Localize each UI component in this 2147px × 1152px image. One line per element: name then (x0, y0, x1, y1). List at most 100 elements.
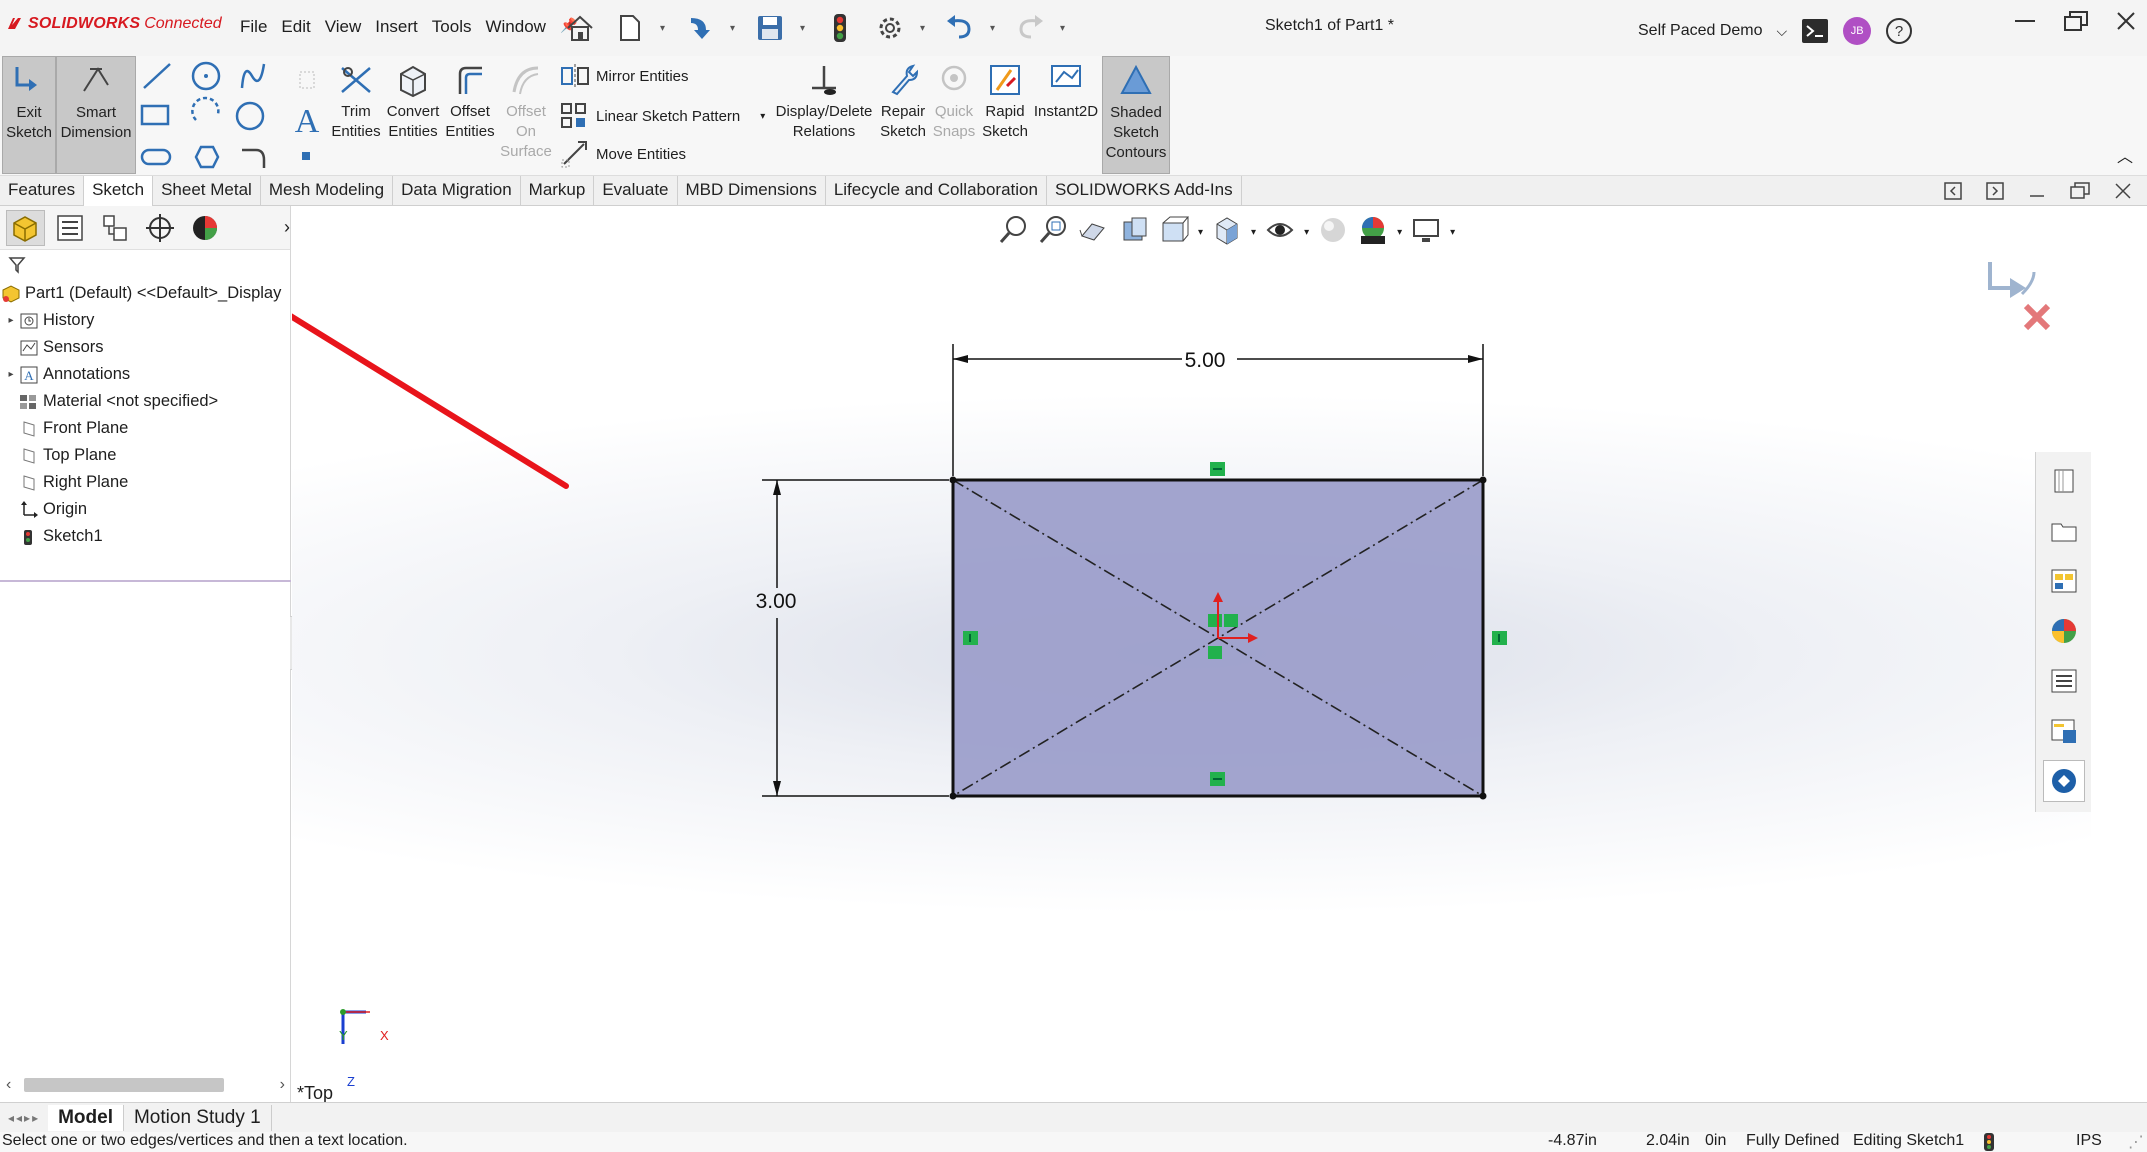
tab-lifecycle-collaboration[interactable]: Lifecycle and Collaboration (826, 176, 1047, 206)
tree-item-top[interactable]: Top Plane (0, 442, 290, 469)
menu-window[interactable]: Window (483, 17, 547, 37)
dimension-height-value[interactable]: 3.00 (756, 590, 797, 613)
restore-icon[interactable] (2063, 10, 2089, 37)
offset-on-surface-button[interactable]: Offset On Surface (498, 56, 554, 174)
horizontal-relation-top-icon[interactable] (1210, 462, 1225, 476)
vertical-dimension[interactable]: 3.00 (756, 479, 949, 797)
graphics-area[interactable]: ▾ ▾ ▾ ▾ ▾ 5.00 3.00 X Y Z *Top (292, 206, 2091, 1103)
appearances-icon[interactable] (2043, 610, 2085, 652)
tab-solidworks-add-ins[interactable]: SOLIDWORKS Add-Ins (1047, 176, 1242, 206)
rectangle-tool-icon[interactable] (140, 104, 170, 126)
help-icon[interactable]: ? (1885, 17, 1913, 45)
arc-tool-icon[interactable] (191, 96, 220, 121)
3dexperience-icon[interactable] (2042, 760, 2085, 802)
horizontal-dimension[interactable]: 5.00 (952, 344, 1484, 476)
configuration-manager-tab-icon[interactable] (96, 210, 135, 246)
tab-sketch[interactable]: Sketch (84, 176, 154, 206)
shaded-sketch-contours-button[interactable]: Shaded Sketch Contours (1102, 56, 1170, 174)
chevron-down-icon[interactable]: ⌵ (1777, 23, 1788, 40)
doc-close-icon[interactable] (2113, 181, 2133, 206)
offset-entities-button[interactable]: Offset Entities (444, 56, 496, 174)
tile-left-icon[interactable] (1943, 181, 1963, 206)
tab-model[interactable]: Model (48, 1104, 124, 1131)
ellipse-tool-icon[interactable] (235, 101, 265, 131)
tile-right-icon[interactable] (1985, 181, 2005, 206)
menu-edit[interactable]: Edit (279, 17, 312, 37)
tree-root-part[interactable]: Part1 (Default) <<Default>_Display (0, 280, 290, 307)
tab-features[interactable]: Features (0, 176, 85, 206)
polygon-tool-icon[interactable] (194, 145, 220, 169)
chevron-down-icon[interactable]: ▾ (760, 111, 765, 122)
tree-item-right[interactable]: Right Plane (0, 469, 290, 496)
tree-item-front[interactable]: Front Plane (0, 415, 290, 442)
chevron-down-icon[interactable]: ▾ (800, 23, 810, 34)
app-logo[interactable]: SOLIDWORKS Connected (6, 15, 222, 33)
rapid-sketch-button[interactable]: Rapid Sketch (980, 56, 1030, 174)
vertical-relation-right-icon[interactable] (1492, 631, 1507, 645)
tab-markup[interactable]: Markup (521, 176, 595, 206)
tree-filter[interactable] (0, 250, 290, 280)
quick-snaps-button[interactable]: Quick Snaps (930, 56, 978, 174)
expand-arrow-icon[interactable]: ▸ (4, 369, 18, 380)
tab-navigation-arrows[interactable]: ◂◂▸▸ (0, 1111, 48, 1125)
solidworks-resources-icon[interactable] (2043, 460, 2085, 502)
move-entities-button[interactable]: Move Entities (560, 140, 686, 168)
sketch-point[interactable] (949, 476, 957, 484)
file-explorer-icon[interactable] (2043, 560, 2085, 602)
sketch-point[interactable] (1479, 476, 1487, 484)
chevron-down-icon[interactable]: ▾ (660, 23, 670, 34)
tab-mbd-dimensions[interactable]: MBD Dimensions (678, 176, 826, 206)
repair-sketch-button[interactable]: Repair Sketch (878, 56, 928, 174)
design-library-icon[interactable] (2043, 510, 2085, 552)
sketch-point[interactable] (1479, 792, 1487, 800)
close-icon[interactable] (2115, 10, 2137, 37)
menu-tools[interactable]: Tools (430, 17, 474, 37)
fillet-tool-icon[interactable] (242, 148, 266, 168)
tree-item-material[interactable]: Material <not specified> (0, 388, 290, 415)
scroll-left-icon[interactable]: ‹ (6, 1076, 11, 1094)
redo-icon[interactable] (1010, 8, 1050, 48)
tree-item-origin[interactable]: Origin (0, 496, 290, 523)
dimxpert-manager-tab-icon[interactable] (140, 210, 179, 246)
vertical-relation-left-icon[interactable] (963, 631, 978, 645)
convert-entities-button[interactable]: Convert Entities (384, 56, 442, 174)
account-name[interactable]: Self Paced Demo (1638, 22, 1763, 40)
resize-grip-icon[interactable]: ⋰ (2128, 1132, 2144, 1152)
minimize-icon[interactable] (2013, 11, 2037, 36)
feature-manager-tab-icon[interactable] (6, 209, 45, 246)
display-manager-tab-icon[interactable] (185, 210, 224, 246)
point-tool-icon[interactable] (299, 71, 315, 89)
tree-item-history[interactable]: ▸ History (0, 307, 290, 334)
menu-insert[interactable]: Insert (373, 17, 420, 37)
tree-item-sensors[interactable]: Sensors (0, 334, 290, 361)
menu-view[interactable]: View (323, 17, 364, 37)
chevron-down-icon[interactable]: ▾ (920, 23, 930, 34)
horizontal-relation-bottom-icon[interactable] (1210, 772, 1225, 786)
tab-evaluate[interactable]: Evaluate (594, 176, 678, 206)
chevron-down-icon[interactable]: ▾ (730, 23, 740, 34)
filter-icon[interactable] (8, 256, 26, 274)
chevron-down-icon[interactable]: ▾ (1060, 23, 1070, 34)
slot-tool-icon[interactable] (140, 148, 172, 166)
undo-icon[interactable] (940, 8, 980, 48)
tab-motion-study-1[interactable]: Motion Study 1 (124, 1104, 272, 1131)
rebuild-status-icon[interactable] (1984, 1133, 1994, 1152)
dimension-width-value[interactable]: 5.00 (1185, 349, 1226, 372)
smart-dimension-button[interactable]: Smart Dimension (56, 56, 136, 174)
open-icon[interactable] (680, 8, 720, 48)
chevron-down-icon[interactable]: ▾ (990, 23, 1000, 34)
horizontal-scrollbar[interactable]: ‹ › (0, 1074, 291, 1096)
exit-sketch-button[interactable]: Exit Sketch (2, 56, 56, 174)
tab-mesh-modeling[interactable]: Mesh Modeling (261, 176, 394, 206)
tree-item-sketch1[interactable]: Sketch1 (0, 523, 290, 550)
custom-properties-icon[interactable] (2043, 660, 2085, 702)
sketch-point[interactable] (949, 792, 957, 800)
tree-rollback-bar[interactable] (0, 580, 291, 582)
circle-tool-icon[interactable] (191, 61, 221, 91)
collapse-ribbon-icon[interactable]: ︿ (2117, 143, 2133, 167)
doc-restore-icon[interactable] (2069, 181, 2091, 206)
property-manager-tab-icon[interactable] (51, 210, 90, 246)
gear-icon[interactable] (870, 8, 910, 48)
mirror-entities-button[interactable]: Mirror Entities (560, 64, 689, 88)
instant2d-button[interactable]: Instant2D (1032, 56, 1100, 174)
